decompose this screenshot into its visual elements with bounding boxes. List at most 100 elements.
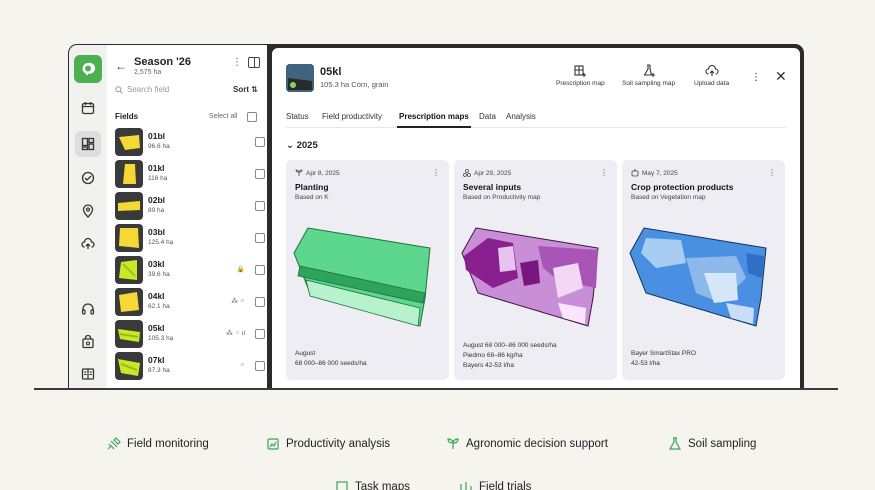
headset-icon[interactable] xyxy=(75,296,101,322)
card-detail-line: Piedmo 68–86 kg/ha xyxy=(463,352,523,359)
detail-tabs: Status Field productivity Prescription m… xyxy=(286,108,786,128)
field-checkbox[interactable] xyxy=(255,329,265,339)
card-date: Apr 8, 2025 xyxy=(295,169,340,177)
nav-rail xyxy=(69,45,107,390)
planting-icon xyxy=(295,169,303,176)
field-shape-thumbnail xyxy=(115,224,143,252)
more-menu-icon[interactable]: ⋮ xyxy=(751,72,761,83)
card-detail-line: 42-53 l/ha xyxy=(631,360,660,367)
field-row[interactable]: 01kl 116 ha xyxy=(115,160,265,188)
field-checkbox[interactable] xyxy=(255,297,265,307)
card-menu-icon[interactable]: ⋮ xyxy=(600,168,608,177)
field-row[interactable]: 03kl 39.6 ha 🔒 xyxy=(115,256,265,284)
flask-icon xyxy=(668,437,682,450)
field-row[interactable]: 04kl 62.1 ha ⁂ ⁘ xyxy=(115,288,265,316)
productivity-icon xyxy=(267,438,279,450)
app-logo[interactable] xyxy=(74,55,102,83)
notes-icon[interactable] xyxy=(75,361,101,387)
prescription-map-icon xyxy=(574,65,587,77)
field-subtitle: 105.3 ha Corn, grain xyxy=(320,80,389,89)
back-arrow-icon[interactable]: ← xyxy=(115,59,127,73)
calendar-icon[interactable] xyxy=(75,95,101,121)
field-area: 125.4 ha xyxy=(148,239,174,246)
lock-icon: 🔒 xyxy=(236,266,245,273)
field-shape-thumbnail xyxy=(115,320,143,348)
card-basis: Based on Productivity map xyxy=(463,194,541,201)
prescription-map-button[interactable]: Prescription map xyxy=(556,64,605,87)
tab-data[interactable]: Data xyxy=(479,112,496,121)
upload-data-button[interactable]: Upload data xyxy=(694,64,729,87)
field-name: 02bl xyxy=(148,195,166,205)
field-checkbox[interactable] xyxy=(255,265,265,275)
field-checkbox[interactable] xyxy=(255,233,265,243)
satellite-icon xyxy=(107,437,121,450)
protection-icon xyxy=(631,169,639,177)
crop-icon[interactable] xyxy=(75,165,101,191)
field-name: 01kl xyxy=(148,163,165,173)
field-row[interactable]: 07kl 87.3 ha ⁘ xyxy=(115,352,265,380)
chevron-down-icon: ⌄ xyxy=(286,140,294,151)
card-title: Crop protection products xyxy=(631,182,734,192)
field-checkbox[interactable] xyxy=(255,361,265,371)
tab-prescription-maps[interactable]: Prescription maps xyxy=(399,112,469,121)
fields-icon[interactable] xyxy=(75,131,101,157)
card-menu-icon[interactable]: ⋮ xyxy=(768,168,776,177)
shop-icon[interactable] xyxy=(75,329,101,355)
location-icon[interactable] xyxy=(75,198,101,224)
prescription-card[interactable]: Apr 8, 2025 ⋮ Planting Based on K August… xyxy=(286,160,449,380)
field-indicators: ⁘ xyxy=(239,362,245,369)
close-icon[interactable]: ✕ xyxy=(775,68,787,85)
inputs-icon xyxy=(463,169,471,177)
field-title: 05kl xyxy=(320,66,342,78)
tab-field-productivity[interactable]: Field productivity xyxy=(322,112,382,121)
field-name: 03kl xyxy=(148,259,165,269)
crop-protection-map xyxy=(629,227,767,327)
year-group-toggle[interactable]: ⌄ 2025 xyxy=(286,140,318,151)
tab-status[interactable]: Status xyxy=(286,112,309,121)
card-date: May 7, 2025 xyxy=(631,169,678,177)
prescription-card[interactable]: May 7, 2025 ⋮ Crop protection products B… xyxy=(622,160,785,380)
card-detail-line: August xyxy=(295,350,316,357)
trials-icon xyxy=(460,482,472,490)
card-detail-line: 68 000–86 000 seeds/ha xyxy=(295,360,367,367)
select-all-label: Select all xyxy=(209,113,238,120)
several-inputs-map xyxy=(461,227,599,327)
soil-sampling-map-button[interactable]: Soil sampling map xyxy=(622,64,675,87)
field-indicators: ⁂ ⁘ xyxy=(231,298,245,305)
field-shape-thumbnail xyxy=(115,352,143,380)
logo-icon xyxy=(82,62,96,75)
season-title: Season '26 xyxy=(134,56,192,68)
field-name: 05kl xyxy=(148,323,165,333)
card-date: Apr 29, 2025 xyxy=(463,169,511,177)
feature-field-monitoring: Field monitoring xyxy=(107,437,209,451)
laptop-base-line xyxy=(34,388,838,390)
field-shape-thumbnail xyxy=(115,288,143,316)
field-thumbnail xyxy=(286,64,314,92)
upload-icon xyxy=(704,64,719,76)
field-area: 62.1 ha xyxy=(148,303,170,310)
search-input[interactable]: Search field xyxy=(115,85,169,94)
field-area: 116 ha xyxy=(148,175,168,182)
app-window: ← Season '26 2,575 ha ⋮ Search field Sor… xyxy=(68,44,804,390)
upload-cloud-icon[interactable] xyxy=(75,231,101,257)
prescription-card[interactable]: Apr 29, 2025 ⋮ Several inputs Based on P… xyxy=(454,160,617,380)
field-area: 105.3 ha xyxy=(148,335,174,342)
field-checkbox[interactable] xyxy=(255,169,265,179)
feature-agronomic-decision-support: Agronomic decision support xyxy=(446,437,608,451)
field-row[interactable]: 03bl 125.4 ha xyxy=(115,224,265,252)
sort-button[interactable]: Sort ⇅ xyxy=(233,85,258,94)
field-checkbox[interactable] xyxy=(255,201,265,211)
field-checkbox[interactable] xyxy=(255,137,265,147)
card-menu-icon[interactable]: ⋮ xyxy=(432,168,440,177)
field-area: 39.6 ha xyxy=(148,271,170,278)
season-menu-icon[interactable]: ⋮ xyxy=(232,57,242,68)
select-all-checkbox[interactable] xyxy=(247,112,257,122)
field-row[interactable]: 02bl 89 ha xyxy=(115,192,265,220)
card-detail-line: August 68 000–86 000 seeds/ha xyxy=(463,342,557,349)
tab-analysis[interactable]: Analysis xyxy=(506,112,536,121)
field-row[interactable]: 01bl 96.6 ha xyxy=(115,128,265,156)
search-placeholder: Search field xyxy=(127,85,170,94)
panel-toggle-icon[interactable] xyxy=(248,57,260,68)
card-detail-line: Bayers 42-53 l/ha xyxy=(463,362,514,369)
field-row[interactable]: 05kl 105.3 ha ⁂ ⁘ ıl xyxy=(115,320,265,348)
